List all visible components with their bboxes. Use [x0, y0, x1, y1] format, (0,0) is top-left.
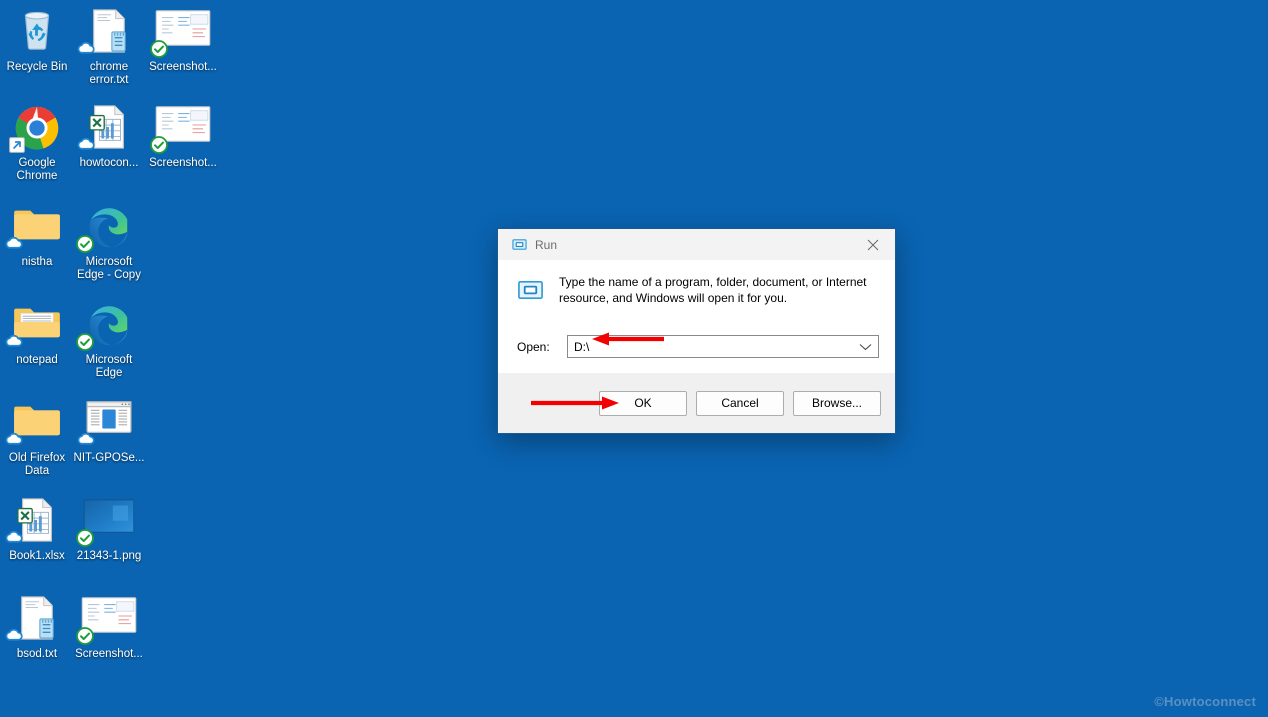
watermark: ©Howtoconnect — [1154, 694, 1256, 709]
desktop-icon-label: Google Chrome — [16, 157, 58, 182]
onedrive-cloud-badge-icon — [77, 41, 95, 54]
folder-files-icon — [0, 301, 74, 351]
close-icon[interactable] — [850, 229, 895, 260]
desktop-icon-label: chrome error.txt — [89, 61, 129, 86]
chrome-icon — [0, 104, 74, 154]
desktop-icon[interactable]: howtocon... — [72, 104, 146, 170]
onedrive-cloud-badge-icon — [5, 530, 23, 543]
onedrive-cloud-badge-icon — [5, 334, 23, 347]
sync-check-badge-icon — [76, 235, 94, 253]
dialog-titlebar[interactable]: Run — [498, 229, 895, 260]
open-input-value[interactable]: D:\ — [574, 340, 589, 354]
run-icon — [512, 237, 527, 252]
desktop-icon[interactable]: Microsoft Edge — [72, 301, 146, 380]
desktop-icon[interactable]: Screenshot... — [72, 595, 146, 661]
text-file-icon — [0, 595, 74, 645]
desktop-icon-label: howtocon... — [79, 157, 139, 169]
png-thumb-icon — [72, 497, 146, 547]
dialog-title: Run — [535, 237, 558, 252]
excel-doc-icon — [0, 497, 74, 547]
sync-check-badge-icon — [76, 333, 94, 351]
desktop-icon[interactable]: Old Firefox Data — [0, 399, 74, 478]
desktop-icon-label: Microsoft Edge - Copy — [77, 256, 141, 281]
open-label: Open: — [517, 339, 550, 354]
cloud-badge — [4, 333, 23, 351]
cloud-badge — [4, 431, 23, 449]
open-row: Open: D:\ — [514, 335, 879, 358]
cloud-badge — [76, 431, 95, 449]
open-combobox[interactable]: D:\ — [567, 335, 879, 358]
window-doc-icon — [72, 399, 146, 449]
desktop-icon-label: Old Firefox Data — [8, 452, 66, 477]
excel-doc-icon — [72, 104, 146, 154]
desktop-icon-label: Microsoft Edge — [85, 354, 133, 379]
desktop-icon[interactable]: chrome error.txt — [72, 8, 146, 87]
desktop-icon[interactable]: Microsoft Edge - Copy — [72, 203, 146, 282]
shortcut-badge-icon — [9, 137, 25, 153]
cloud-badge — [4, 529, 23, 547]
check-badge — [76, 529, 94, 547]
check-badge — [150, 136, 168, 154]
check-badge — [76, 627, 94, 645]
sync-check-badge-icon — [150, 40, 168, 58]
desktop-icon[interactable]: Book1.xlsx — [0, 497, 74, 563]
folder-icon — [0, 203, 74, 253]
desktop-icon-label: 21343-1.png — [76, 550, 142, 562]
check-badge — [76, 333, 94, 351]
cancel-button[interactable]: Cancel — [696, 390, 784, 416]
desktop-icon-label: notepad — [16, 354, 58, 366]
dialog-body: Type the name of a program, folder, docu… — [498, 260, 895, 373]
desktop-icon-label: Book1.xlsx — [9, 550, 65, 562]
dialog-prompt-row: Type the name of a program, folder, docu… — [514, 274, 879, 308]
onedrive-cloud-badge-icon — [77, 137, 95, 150]
recycle-bin-icon — [0, 8, 74, 58]
desktop-icon[interactable]: Google Chrome — [0, 104, 74, 183]
desktop-icon-label: Screenshot... — [75, 648, 143, 660]
cloud-badge — [4, 627, 23, 645]
cloud-badge — [76, 40, 95, 58]
desktop-icon[interactable]: NIT-GPOSe... — [72, 399, 146, 465]
image-thumb-icon — [146, 8, 220, 58]
shortcut-badge — [8, 137, 26, 155]
run-program-icon — [517, 274, 544, 308]
edge-icon — [72, 301, 146, 351]
sync-check-badge-icon — [150, 136, 168, 154]
desktop-icon-label: bsod.txt — [16, 648, 58, 660]
edge-icon — [72, 203, 146, 253]
check-badge — [150, 40, 168, 58]
cloud-badge — [76, 136, 95, 154]
check-badge — [76, 235, 94, 253]
dialog-prompt-text: Type the name of a program, folder, docu… — [559, 275, 867, 305]
desktop-icon[interactable]: Screenshot... — [146, 104, 220, 170]
desktop-icon[interactable]: Screenshot... — [146, 8, 220, 74]
onedrive-cloud-badge-icon — [5, 628, 23, 641]
sync-check-badge-icon — [76, 627, 94, 645]
text-file-icon — [72, 8, 146, 58]
desktop-icon-label: Screenshot... — [149, 157, 217, 169]
browse-button[interactable]: Browse... — [793, 390, 881, 416]
desktop-icon[interactable]: 21343-1.png — [72, 497, 146, 563]
desktop-icon-label: Recycle Bin — [6, 61, 68, 73]
cloud-badge — [4, 235, 23, 253]
desktop-icon-label: nistha — [21, 256, 53, 268]
desktop-icon[interactable]: nistha — [0, 203, 74, 269]
folder-icon — [0, 399, 74, 449]
sync-check-badge-icon — [76, 529, 94, 547]
dialog-footer: OK Cancel Browse... — [498, 373, 895, 433]
desktop-icon-label: Screenshot... — [149, 61, 217, 73]
image-thumb-icon — [146, 104, 220, 154]
desktop-icon-label: NIT-GPOSe... — [73, 452, 145, 464]
ok-button[interactable]: OK — [599, 390, 687, 416]
desktop-icon[interactable]: notepad — [0, 301, 74, 367]
desktop-icon[interactable]: bsod.txt — [0, 595, 74, 661]
onedrive-cloud-badge-icon — [5, 236, 23, 249]
onedrive-cloud-badge-icon — [77, 432, 95, 445]
desktop-icon[interactable]: Recycle Bin — [0, 8, 74, 74]
run-dialog[interactable]: Run Type the name of a program, folder, … — [497, 228, 896, 434]
onedrive-cloud-badge-icon — [5, 432, 23, 445]
desktop-background[interactable]: Recycle Bin chrome error.txt Screenshot.… — [0, 0, 1268, 717]
image-thumb-icon — [72, 595, 146, 645]
chevron-down-icon[interactable] — [859, 343, 872, 351]
